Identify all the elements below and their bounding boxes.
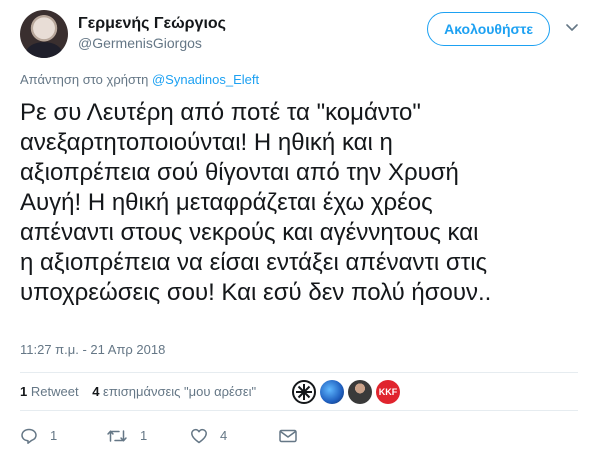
reply-button[interactable]: 1	[20, 424, 57, 448]
avatar[interactable]	[20, 10, 68, 58]
like-stat[interactable]: 4 επισημάνσεις "μου αρέσει"	[92, 377, 256, 407]
follow-button[interactable]: Ακολουθήστε	[427, 12, 550, 46]
liker-avatar[interactable]	[348, 380, 372, 404]
display-name[interactable]: Γερμενής Γεώργιος	[78, 14, 226, 34]
retweet-count: 1	[140, 428, 148, 443]
tweet-text-line: η αξιοπρέπεια να είσαι εντάξει απέναντι …	[20, 249, 488, 276]
liker-avatar[interactable]: KKF	[376, 380, 400, 404]
direct-message-button[interactable]	[278, 424, 298, 448]
reply-icon	[21, 428, 37, 444]
retweet-icon	[107, 430, 127, 442]
tweet-text-line: Αυγή! Η ηθική μεταφράζεται έχω χρέος	[20, 189, 433, 216]
retweet-button[interactable]: 1	[106, 424, 147, 448]
tweet-text-line: υποχρεώσεις σου! Και εσύ δεν πολύ ήσουν.…	[20, 279, 492, 306]
tweet-text-line: απέναντι στους νεκρούς και αγέννητους κα…	[20, 219, 479, 246]
reply-context: Απάντηση στο χρήστη @Synadinos_Eleft	[20, 72, 259, 87]
divider	[20, 372, 578, 373]
tweet-header: Γερμενής Γεώργιος @GermenisGiorgos Ακολο…	[20, 10, 578, 60]
tweet-stats: 1 Retweet 4 επισημάνσεις "μου αρέσει" KK…	[20, 377, 578, 407]
heart-icon	[191, 428, 207, 444]
envelope-icon	[279, 429, 297, 443]
liker-avatar[interactable]	[320, 380, 344, 404]
tweet-card: Γερμενής Γεώργιος @GermenisGiorgos Ακολο…	[0, 0, 598, 455]
reply-mention-link[interactable]: @Synadinos_Eleft	[152, 72, 259, 87]
tweet-text: Ρε συ Λευτέρη από ποτέ τα "κομάντο" ανεξ…	[20, 98, 585, 308]
like-count: 4	[220, 428, 228, 443]
tweet-actions: 1 1 4	[20, 424, 578, 448]
like-stat-count: 4	[92, 384, 100, 399]
divider	[20, 410, 578, 411]
retweet-stat-count: 1	[20, 384, 28, 399]
tweet-text-line: ανεξαρτητοποιούνται! Η ηθική και η	[20, 129, 393, 156]
tweet-text-line: αξιοπρέπεια σού θίγονται από την Χρυσή	[20, 159, 459, 186]
retweet-stat-label: Retweet	[30, 384, 79, 399]
tweet-text-line: Ρε συ Λευτέρη από ποτέ τα "κομάντο"	[20, 99, 421, 126]
tweet-timestamp[interactable]: 11:27 π.μ. - 21 Απρ 2018	[20, 342, 165, 357]
like-stat-label: επισημάνσεις "μου αρέσει"	[103, 384, 257, 399]
reply-count: 1	[50, 428, 58, 443]
user-handle[interactable]: @GermenisGiorgos	[78, 34, 226, 52]
like-button[interactable]: 4	[190, 424, 227, 448]
reply-context-prefix: Απάντηση στο χρήστη	[20, 72, 149, 87]
caret-down-icon[interactable]	[566, 24, 578, 32]
retweet-stat[interactable]: 1 Retweet	[20, 377, 79, 407]
star-emblem-icon	[296, 384, 312, 400]
user-names: Γερμενής Γεώργιος @GermenisGiorgos	[78, 14, 226, 52]
liker-avatar[interactable]	[292, 380, 316, 404]
